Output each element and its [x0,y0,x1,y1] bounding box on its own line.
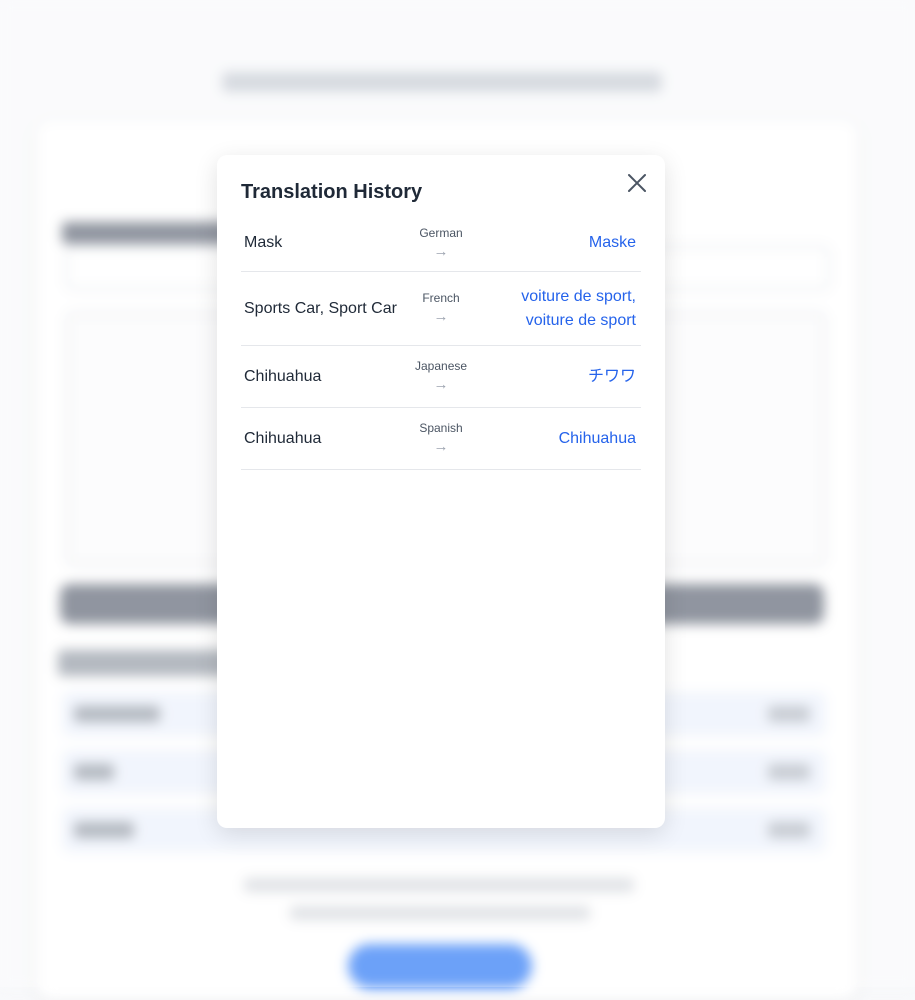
history-language: German → [415,226,467,261]
history-item[interactable]: Chihuahua Japanese → チワワ [241,346,641,408]
history-source-text: Chihuahua [244,429,322,447]
history-language: Spanish → [415,421,467,456]
translation-history-modal: Translation History Mask German → Maske … [217,155,665,828]
arrow-right-icon: → [433,438,449,455]
target-language-label: Spanish [419,421,463,435]
history-translation: Chihuahua [559,427,636,451]
history-language: Japanese → [415,359,467,394]
translation-line: voiture de sport [525,311,636,329]
target-language-label: French [422,291,460,305]
history-source-text: Sports Car, Sport Car [244,299,397,317]
history-translation: チワワ [588,365,636,389]
modal-title: Translation History [241,181,423,203]
history-source-text: Mask [244,234,283,251]
translation-line: チワワ [587,367,636,385]
translation-line: Chihuahua [558,429,636,447]
close-button[interactable] [625,171,649,195]
target-language-label: German [419,225,463,240]
history-language: French → [415,291,467,326]
history-translation: voiture de sport, voiture de sport [521,285,636,333]
arrow-right-icon: → [433,308,449,325]
history-list: Mask German → Maske Sports Car, Sport Ca… [241,215,641,470]
close-icon [628,174,646,192]
arrow-right-icon: → [433,242,449,260]
target-language-label: Japanese [415,359,468,373]
history-item[interactable]: Chihuahua Spanish → Chihuahua [241,408,641,470]
arrow-right-icon: → [433,376,449,393]
history-translation: Maske [589,231,636,255]
history-source-text: Chihuahua [244,367,322,385]
history-item[interactable]: Mask German → Maske [241,215,641,272]
history-item[interactable]: Sports Car, Sport Car French → voiture d… [241,272,641,346]
translation-line: Maske [588,234,636,251]
translation-line: voiture de sport, [521,287,636,305]
